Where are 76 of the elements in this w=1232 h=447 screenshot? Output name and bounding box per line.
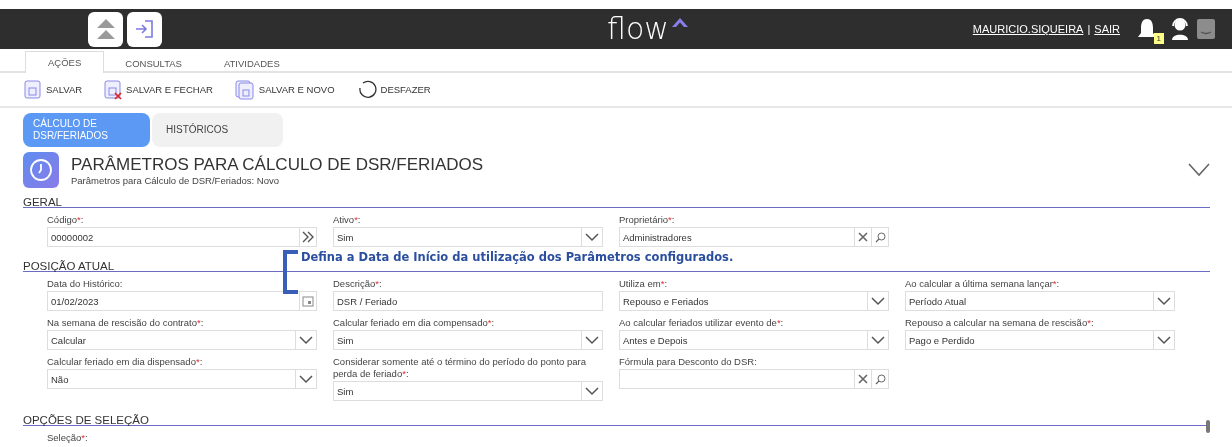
search-icon[interactable] [871,370,888,388]
input-field[interactable]: Não [47,369,317,389]
input-field[interactable]: Sim [333,330,603,350]
field-label: Utiliza em*: [619,278,668,290]
dropdown-caret-icon[interactable] [1153,331,1174,349]
field-label: Considerar somente até o término do período do ponto para perda de feriado*: [333,356,587,380]
next-icon[interactable] [299,228,316,246]
input-field[interactable] [619,369,889,389]
input-field[interactable]: Período Atual [905,291,1175,311]
logout-link[interactable]: SAIR [1094,23,1120,35]
input-field[interactable]: Repouso e Feriados [619,291,889,311]
floppy-stack-icon [234,79,255,100]
field-label: Data do Histórico: [47,278,123,290]
chat-icon[interactable] [1196,18,1216,40]
input-field[interactable]: Antes e Depois [619,330,889,350]
input-field[interactable]: Sim [333,381,603,401]
input-field[interactable]: Calcular [47,330,317,350]
page-subtitle: Parâmetros para Cálculo de DSR/Feriados: Novo [71,174,281,186]
section-title: OPÇÕES DE SELEÇÃO [23,413,149,427]
dropdown-caret-icon[interactable] [867,292,888,310]
input-field[interactable]: 00000002 [47,227,317,247]
notification-badge: 1 [1153,33,1164,44]
search-icon[interactable] [871,228,888,246]
separator: | [1087,23,1091,35]
field-label: Ao calcular feriados utilizar evento de*: [619,317,784,329]
login-button[interactable] [127,11,162,47]
input-field[interactable]: Administradores [619,227,889,247]
calendar-icon[interactable] [299,292,316,310]
dropdown-caret-icon[interactable] [295,331,316,349]
field-label: Seleção*: [47,432,88,444]
tab[interactable]: ATIVIDADES [202,51,301,73]
tab[interactable]: AÇÕES [25,51,105,73]
page-title: PARÂMETROS PARA CÁLCULO DE DSR/FERIADOS [71,154,485,175]
field-label: Calcular feriado em dia dispensado*: [47,356,203,368]
section-title: POSIÇÃO ATUAL [23,259,115,273]
scrollbar-thumb[interactable] [1206,420,1210,433]
field-label: Ao calcular a última semana lançar*: [905,278,1060,290]
field-label: Na semana de rescisão do contrato*: [47,317,204,329]
field-label: Repouso a calcular na semana de rescisão*: [905,317,1094,329]
input-field[interactable]: Pago e Perdido [905,330,1175,350]
sub-tab[interactable]: HISTÓRICOS [152,113,283,147]
field-label: Descrição*: [333,278,382,290]
dropdown-caret-icon[interactable] [867,331,888,349]
clear-icon[interactable] [854,370,871,388]
dropdown-caret-icon[interactable] [581,331,602,349]
input-field[interactable]: Sim [333,227,603,247]
dropdown-caret-icon[interactable] [581,382,602,400]
input-field[interactable]: 01/02/2023 [47,291,317,311]
field-label: Código*: [47,214,84,226]
enter-icon [133,18,156,40]
dropdown-caret-icon[interactable] [581,228,602,246]
input-field[interactable]: DSR / Feriado [333,291,603,311]
undo-icon [356,79,377,100]
section-title: GERAL [23,195,62,209]
headset-person-icon[interactable] [1170,17,1190,41]
field-label: Proprietário*: [619,214,675,226]
toolbar-button[interactable]: DESFAZER [356,79,431,100]
bracket-drawing [281,250,299,294]
user-link[interactable]: MAURICIO.SIQUEIRA [972,23,1084,35]
chevron-down-icon[interactable] [1188,163,1210,177]
clock-icon [23,152,59,188]
field-label: Calcular feriado em dia compensado*: [333,317,495,329]
dropdown-caret-icon[interactable] [1153,292,1174,310]
callout-text: Defina a Data de Início da utilização dos Parâmetros configurados. [301,250,734,264]
collapse-button[interactable] [88,11,123,47]
floppy-icon [104,79,123,100]
field-label: Fórmula para Desconto do DSR: [619,356,757,368]
toolbar-button[interactable]: SALVAR E FECHAR [104,79,213,100]
toolbar-button[interactable]: SALVAR E NOVO [234,79,335,100]
clear-icon[interactable] [854,228,871,246]
toolbar-button[interactable]: SALVAR [24,79,83,100]
field-label: Ativo*: [333,214,361,226]
logo: flow [607,12,697,46]
tab[interactable]: CONSULTAS [104,51,203,73]
dropdown-caret-icon[interactable] [295,370,316,388]
floppy-icon [24,79,42,100]
